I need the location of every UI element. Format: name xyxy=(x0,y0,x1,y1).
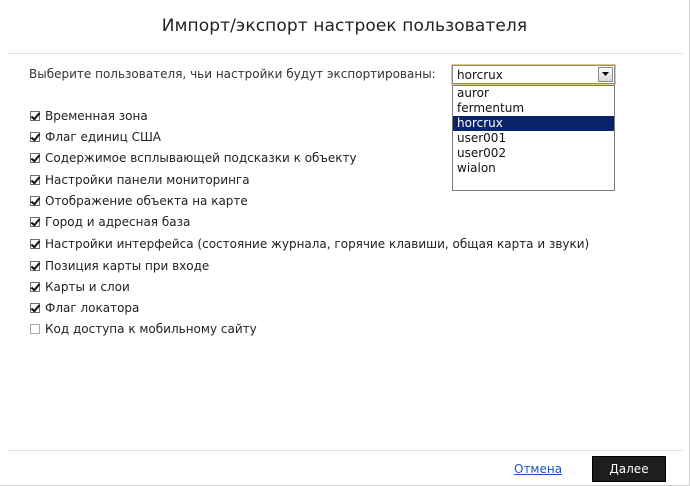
setting-label: Позиция карты при входе xyxy=(45,259,210,273)
setting-label: Город и адресная база xyxy=(45,215,191,229)
footer-divider xyxy=(7,450,683,451)
setting-checkbox[interactable] xyxy=(30,175,40,185)
dropdown-option-auror[interactable]: auror xyxy=(453,86,614,101)
setting-checkbox[interactable] xyxy=(30,239,40,249)
import-export-dialog: Импорт/экспорт настроек пользователя Выб… xyxy=(0,0,690,486)
dropdown-option-horcrux[interactable]: horcrux xyxy=(453,116,614,131)
setting-object-display[interactable]: Отображение объекта на карте xyxy=(30,193,248,209)
dropdown-option-fermentum[interactable]: fermentum xyxy=(453,101,614,116)
setting-checkbox[interactable] xyxy=(30,282,40,292)
cancel-link[interactable]: Отмена xyxy=(514,462,562,476)
setting-maps-layers[interactable]: Карты и слои xyxy=(30,279,130,295)
setting-label: Настройки интерфейса (состояние журнала,… xyxy=(45,237,590,251)
dropdown-option-user002[interactable]: user002 xyxy=(453,146,614,161)
setting-locator-flag[interactable]: Флаг локатора xyxy=(30,300,139,316)
setting-label: Настройки панели мониторинга xyxy=(45,173,250,187)
setting-label: Карты и слои xyxy=(45,280,130,294)
setting-interface[interactable]: Настройки интерфейса (состояние журнала,… xyxy=(30,236,589,252)
setting-checkbox[interactable] xyxy=(30,111,40,121)
setting-label: Содержимое всплывающей подсказки к объек… xyxy=(45,151,357,165)
setting-label: Отображение объекта на карте xyxy=(45,194,248,208)
user-dropdown-list: auror fermentum horcrux user001 user002 … xyxy=(452,85,615,191)
setting-label: Временная зона xyxy=(45,109,148,123)
title-divider xyxy=(7,53,683,54)
setting-checkbox[interactable] xyxy=(30,153,40,163)
setting-city-address-base[interactable]: Город и адресная база xyxy=(30,214,190,230)
setting-mobile-access-code[interactable]: Код доступа к мобильному сайту xyxy=(30,321,257,337)
next-button[interactable]: Далее xyxy=(592,456,666,482)
setting-monitoring-panel[interactable]: Настройки панели мониторинга xyxy=(30,172,250,188)
dropdown-option-wialon[interactable]: wialon xyxy=(453,161,614,176)
setting-tooltip-content[interactable]: Содержимое всплывающей подсказки к объек… xyxy=(30,150,357,166)
setting-checkbox[interactable] xyxy=(30,303,40,313)
chevron-down-icon xyxy=(602,72,609,76)
setting-us-units-flag[interactable]: Флаг единиц США xyxy=(30,129,161,145)
dialog-title: Импорт/экспорт настроек пользователя xyxy=(161,16,528,36)
user-select[interactable]: horcrux xyxy=(451,64,616,85)
setting-map-position[interactable]: Позиция карты при входе xyxy=(30,258,209,274)
setting-label: Код доступа к мобильному сайту xyxy=(45,322,257,336)
setting-label: Флаг единиц США xyxy=(45,130,161,144)
setting-label: Флаг локатора xyxy=(45,301,140,315)
setting-checkbox[interactable] xyxy=(30,132,40,142)
setting-checkbox[interactable] xyxy=(30,261,40,271)
user-select-label: Выберите пользователя, чьи настройки буд… xyxy=(29,67,436,81)
setting-checkbox[interactable] xyxy=(30,324,40,334)
dropdown-arrow-button[interactable] xyxy=(598,67,613,82)
dropdown-option-user001[interactable]: user001 xyxy=(453,131,614,146)
user-select-value: horcrux xyxy=(457,68,503,82)
setting-timezone[interactable]: Временная зона xyxy=(30,108,148,124)
setting-checkbox[interactable] xyxy=(30,217,40,227)
setting-checkbox[interactable] xyxy=(30,196,40,206)
